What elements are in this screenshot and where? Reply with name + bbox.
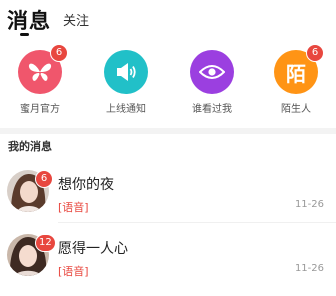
badge-count: 6 [50,44,68,62]
conversation-time: 11-26 [294,199,324,210]
quick-action-strangers[interactable]: 陌 6 陌生人 [256,44,336,124]
conversation-item[interactable]: 6 想你的夜 [语音] 11-26 [0,170,336,232]
quick-action-visitors[interactable]: 谁看过我 [172,44,252,124]
quick-action-label: 陌生人 [281,104,311,115]
tab-indicator [20,33,29,36]
unread-badge: 6 [35,170,53,188]
quick-action-online-notify[interactable]: 上线通知 [86,44,166,124]
conversation-time: 11-26 [294,263,324,274]
stranger-icon-text: 陌 [286,61,306,86]
section-divider [0,128,336,134]
tab-messages[interactable]: 消息 [7,5,51,35]
conversation-name: 愿得一人心 [58,241,128,257]
quick-action-label: 蜜月官方 [20,104,60,115]
row-divider [58,222,336,223]
quick-action-official[interactable]: 6 蜜月官方 [0,44,80,124]
top-tabs: 消息 关注 [0,0,336,40]
quick-action-label: 上线通知 [106,104,146,115]
conversation-last-message: [语音] [58,201,89,214]
tab-follow[interactable]: 关注 [63,10,89,29]
conversation-name: 想你的夜 [58,177,114,193]
eye-icon [190,50,234,94]
quick-action-label: 谁看过我 [192,104,232,115]
unread-badge: 12 [35,234,56,252]
conversation-last-message: [语音] [58,265,89,278]
section-title-my-messages: 我的消息 [8,140,52,153]
quick-actions: 6 蜜月官方 上线通知 谁看过我 陌 6 陌生人 [0,44,336,124]
badge-count: 6 [306,44,324,62]
conversation-item[interactable]: 12 愿得一人心 [语音] 11-26 [0,234,336,296]
speaker-icon [104,50,148,94]
